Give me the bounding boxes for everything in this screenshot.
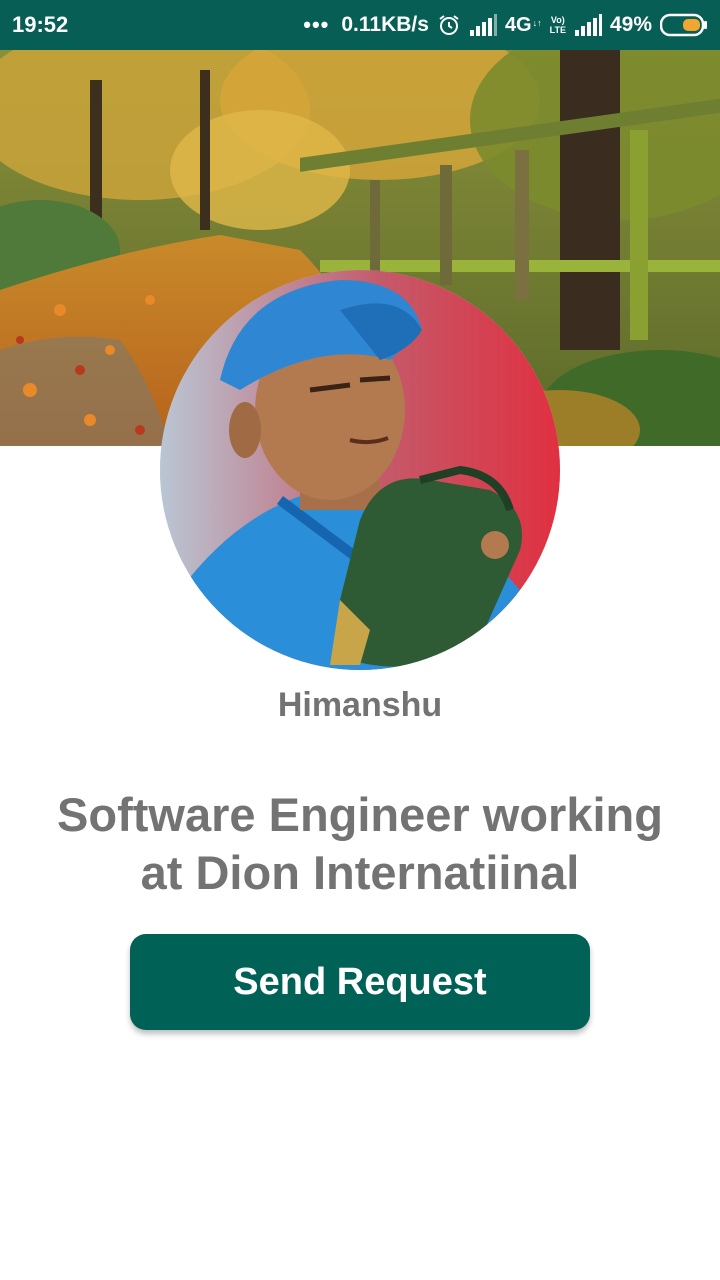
volte-top-label: Vo) — [550, 15, 565, 25]
network-type-label: 4G — [504, 13, 532, 36]
network-type: 4G ↓↑ — [505, 14, 542, 37]
profile-status-line-2: at Dion Internatiinal — [140, 846, 580, 899]
signal-icon-2 — [574, 14, 602, 36]
profile-avatar[interactable] — [160, 270, 560, 670]
profile-status: Software Engineer working at Dion Intern… — [40, 786, 680, 902]
send-request-button[interactable]: Send Request — [130, 934, 590, 1030]
battery-icon — [660, 13, 708, 37]
more-dots-icon: ••• — [303, 12, 330, 37]
volte-icon: Vo) LTE — [550, 15, 566, 35]
status-bar: 19:52 ••• 0.11KB/s 4G ↓↑ Vo) LTE 49% — [0, 0, 720, 50]
battery-percent: 49% — [609, 13, 652, 36]
alarm-icon — [437, 13, 461, 37]
profile-status-line-1: Software Engineer working — [57, 788, 663, 841]
status-time: 19:52 — [12, 12, 69, 37]
signal-icon — [469, 14, 497, 36]
network-activity-arrows: ↓↑ — [532, 17, 542, 28]
profile-name: Himanshu — [277, 686, 443, 724]
status-right: ••• 0.11KB/s 4G ↓↑ Vo) LTE 49% — [303, 12, 708, 38]
network-speed: 0.11KB/s — [341, 13, 429, 36]
profile-screen: 19:52 ••• 0.11KB/s 4G ↓↑ Vo) LTE 49% Him… — [0, 0, 720, 1280]
volte-bottom-label: LTE — [549, 25, 566, 35]
